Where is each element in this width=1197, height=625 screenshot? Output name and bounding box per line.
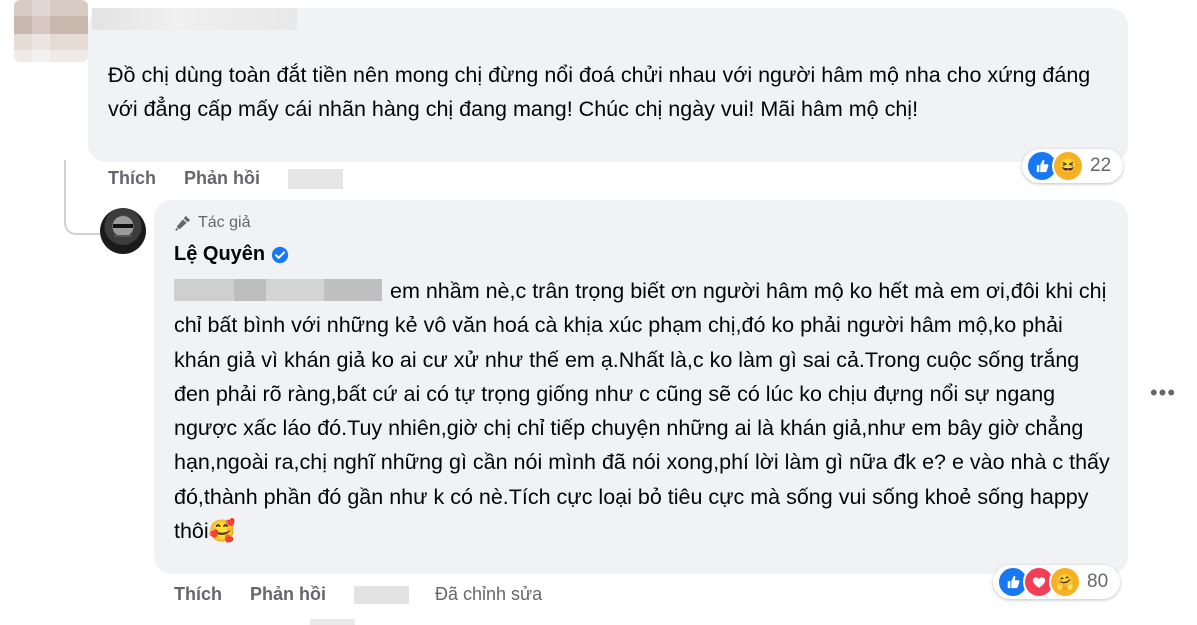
smiling-hearts-emoji: 🥰 bbox=[208, 519, 236, 544]
reply-text-block: em nhầm nè,c trân trọng biết ơn người hâ… bbox=[174, 274, 1114, 548]
reply-bubble: Tác giả Lệ Quyên em nhầm nè,c trân trọng… bbox=[154, 200, 1128, 574]
comment-timestamp[interactable] bbox=[288, 168, 343, 189]
comment-text: Đồ chị dùng toàn đắt tiền nên mong chị đ… bbox=[108, 63, 1091, 121]
author-name-row: Lệ Quyên bbox=[174, 243, 289, 266]
comment-reactions[interactable]: 😆 22 bbox=[1022, 149, 1124, 183]
comment-actions: Thích Phản hồi bbox=[108, 168, 371, 189]
author-badge-label: Tác giả bbox=[198, 214, 251, 231]
reply-reaction-count: 80 bbox=[1087, 571, 1109, 592]
haha-icon: 😆 bbox=[1052, 150, 1084, 182]
commenter-avatar[interactable] bbox=[14, 0, 88, 62]
reply-timestamp[interactable] bbox=[354, 585, 409, 604]
thread-line bbox=[64, 160, 66, 210]
reply-button[interactable]: Phản hồi bbox=[184, 168, 260, 189]
commenter-name[interactable] bbox=[92, 8, 297, 30]
author-name[interactable]: Lệ Quyên bbox=[174, 243, 265, 266]
like-button[interactable]: Thích bbox=[108, 168, 156, 189]
comment-bubble: Đồ chị dùng toàn đắt tiền nên mong chị đ… bbox=[88, 8, 1128, 162]
author-avatar[interactable] bbox=[100, 208, 146, 254]
comment-reaction-count: 22 bbox=[1090, 155, 1112, 176]
reply-reactions[interactable]: 🤗 80 bbox=[993, 565, 1121, 599]
verified-badge-icon bbox=[272, 246, 289, 263]
author-badge: Tác giả bbox=[174, 214, 250, 232]
care-icon: 🤗 bbox=[1049, 566, 1081, 598]
more-horizontal-icon[interactable]: ••• bbox=[1148, 378, 1178, 408]
edited-label: Đã chỉnh sửa bbox=[435, 584, 543, 604]
reply-text: em nhầm nè,c trân trọng biết ơn người hâ… bbox=[174, 279, 1110, 544]
mention-tag[interactable] bbox=[174, 279, 382, 301]
next-item-blur bbox=[310, 619, 355, 625]
reply-actions: Thích Phản hồi Đã chỉnh sửa bbox=[174, 584, 570, 605]
like-button[interactable]: Thích bbox=[174, 584, 222, 605]
thread-connector bbox=[64, 205, 100, 235]
reply-button[interactable]: Phản hồi bbox=[250, 584, 326, 605]
microphone-icon bbox=[175, 215, 191, 231]
